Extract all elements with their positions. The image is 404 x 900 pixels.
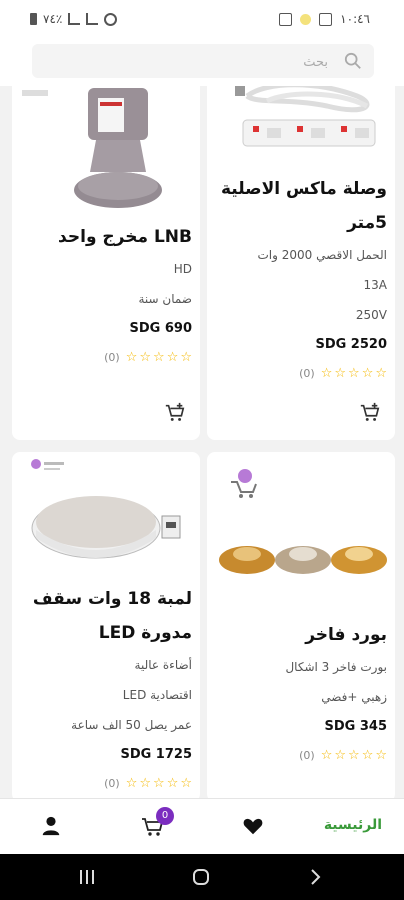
- product-card[interactable]: LNB مخرج واحد HD ضمان سنة SDG 690 ☆ ☆ ☆ …: [12, 86, 200, 440]
- power-strip-image: [235, 86, 376, 147]
- back-icon[interactable]: [306, 868, 324, 886]
- bottom-nav: الرئيسية 0: [0, 798, 404, 855]
- heart-icon[interactable]: [242, 815, 264, 837]
- status-bar: ٧٤٪ ١٠:٤٦: [0, 0, 404, 40]
- status-right: ١٠:٤٦: [279, 12, 370, 26]
- product-price: SDG 690: [129, 321, 193, 336]
- star-icon: ☆: [139, 349, 152, 365]
- product-spec: عمر يصل 50 الف ساعة: [71, 718, 192, 732]
- star-icon: ☆: [180, 349, 192, 365]
- product-title[interactable]: لمبة 18 وات سقف مدورة LED: [12, 582, 200, 650]
- star-icon: ☆: [334, 365, 347, 381]
- signal-icon: [68, 13, 81, 25]
- star-icon: ☆: [348, 747, 360, 763]
- star-icon: ☆: [375, 747, 387, 763]
- rating-count: (0): [299, 748, 315, 762]
- rating: ☆ ☆ ☆ ☆ ☆ (0): [207, 742, 395, 768]
- product-image[interactable]: [207, 86, 395, 172]
- battery-level: ٧٤٪: [43, 12, 63, 26]
- signal-icon-2: [86, 13, 99, 25]
- product-price: SDG 1725: [120, 747, 192, 762]
- notification-icon: [279, 12, 293, 26]
- rating-count: (0): [104, 350, 120, 364]
- star-icon: ☆: [166, 775, 179, 791]
- battery-icon: [30, 13, 37, 25]
- product-title[interactable]: LNB مخرج واحد: [12, 220, 200, 254]
- home-circle-icon[interactable]: [192, 868, 210, 886]
- star-icon: ☆: [320, 747, 333, 763]
- product-price: SDG 345: [324, 719, 388, 734]
- star-icon: ☆: [334, 747, 347, 763]
- product-spec: 13A: [363, 278, 387, 292]
- rating-count: (0): [299, 366, 315, 380]
- product-spec: اقتصادية LED: [122, 688, 192, 702]
- search-box[interactable]: [32, 44, 374, 78]
- product-card[interactable]: لمبة 18 وات سقف مدورة LED أضاءة عالية اق…: [12, 452, 200, 798]
- star-icon: ☆: [166, 349, 179, 365]
- star-icon: ☆: [361, 747, 374, 763]
- star-icon: ☆: [348, 365, 360, 381]
- star-icon: ☆: [153, 775, 165, 791]
- product-title[interactable]: بورد فاخر: [207, 618, 395, 652]
- product-grid: وصلة ماكس الاصلية 5متر الحمل الاقصي 2000…: [0, 86, 404, 798]
- product-card[interactable]: وصلة ماكس الاصلية 5متر الحمل الاقصي 2000…: [207, 86, 395, 440]
- clock: ١٠:٤٦: [340, 12, 370, 26]
- add-to-cart-icon[interactable]: [164, 402, 186, 424]
- product-image[interactable]: [12, 452, 200, 582]
- star-icon: ☆: [125, 349, 138, 365]
- product-title[interactable]: وصلة ماكس الاصلية 5متر: [207, 172, 395, 240]
- rating: ☆ ☆ ☆ ☆ ☆ (0): [12, 344, 200, 370]
- rating: ☆ ☆ ☆ ☆ ☆ (0): [12, 770, 200, 796]
- star-icon: ☆: [139, 775, 152, 791]
- rating: ☆ ☆ ☆ ☆ ☆ (0): [207, 360, 395, 386]
- star-icon: ☆: [320, 365, 333, 381]
- ceiling-rose-image: [219, 546, 387, 574]
- product-spec: أضاءة عالية: [134, 658, 192, 672]
- product-spec: 250V: [355, 308, 387, 322]
- led-panel-image: [31, 496, 181, 559]
- star-icon: ☆: [180, 775, 192, 791]
- system-nav-bar: [0, 854, 404, 900]
- recent-apps-icon[interactable]: [78, 868, 96, 886]
- nav-home[interactable]: الرئيسية: [324, 817, 382, 833]
- product-spec: ضمان سنة: [138, 292, 192, 306]
- search-input[interactable]: [56, 51, 330, 73]
- rating-count: (0): [104, 776, 120, 790]
- notification-dot-icon: [300, 13, 312, 25]
- lnb-image: [74, 88, 162, 208]
- product-image[interactable]: [207, 452, 395, 618]
- product-image[interactable]: [12, 86, 200, 220]
- star-icon: ☆: [361, 365, 374, 381]
- status-left: ٧٤٪: [30, 12, 118, 26]
- add-to-cart-icon[interactable]: [359, 402, 381, 424]
- star-icon: ☆: [125, 775, 138, 791]
- product-spec: زهبي +فضي: [321, 690, 387, 704]
- user-icon[interactable]: [40, 815, 62, 837]
- wifi-icon: [104, 12, 118, 26]
- search-bar: [0, 40, 404, 86]
- search-icon[interactable]: [344, 52, 362, 70]
- product-spec: الحمل الاقصي 2000 وات: [257, 248, 387, 262]
- star-icon: ☆: [375, 365, 387, 381]
- product-spec: HD: [173, 262, 192, 276]
- image-icon: [319, 12, 333, 26]
- product-price: SDG 2520: [315, 337, 387, 352]
- product-card[interactable]: بورد فاخر بورت فاخر 3 اشكال زهبي +فضي SD…: [207, 452, 395, 798]
- product-spec: بورت فاخر 3 اشكال: [285, 660, 387, 674]
- cart-badge: 0: [156, 807, 174, 825]
- star-icon: ☆: [153, 349, 165, 365]
